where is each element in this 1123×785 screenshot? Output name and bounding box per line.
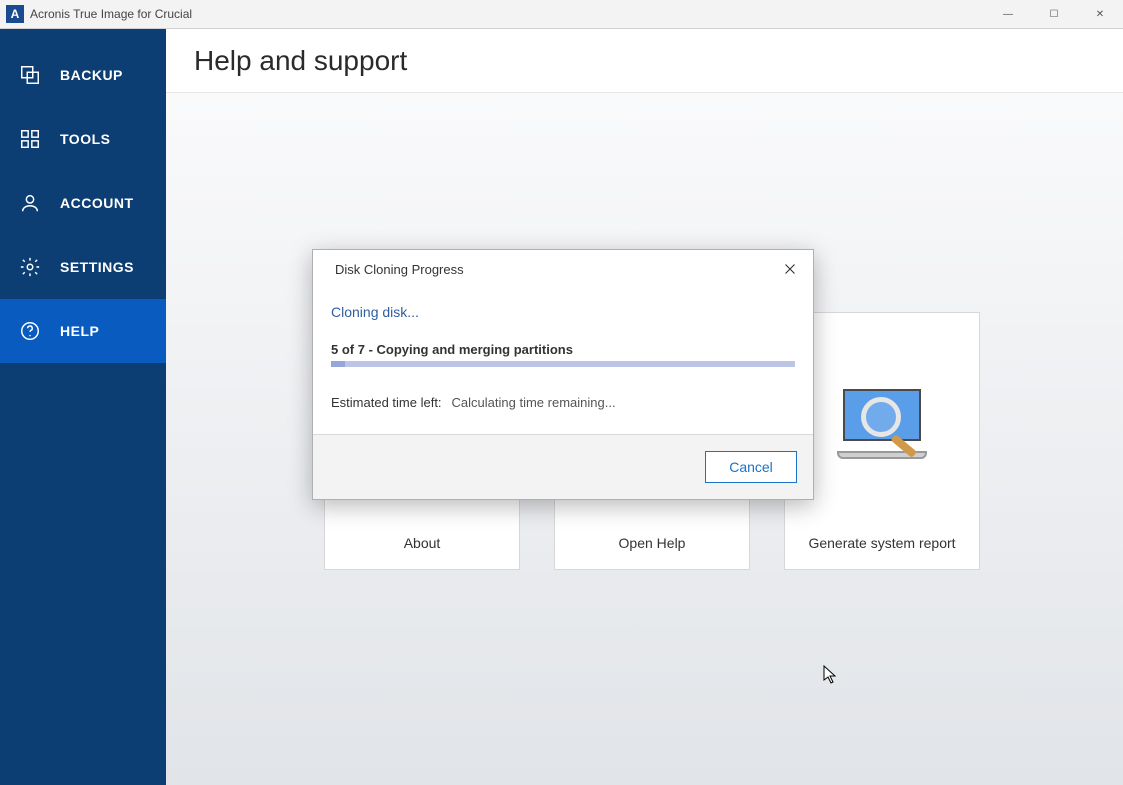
progress-bar [331, 361, 795, 367]
estimated-time-value: Calculating time remaining... [452, 395, 616, 410]
estimated-time-label: Estimated time left: [331, 395, 442, 410]
dialog-footer: Cancel [313, 434, 813, 499]
settings-icon [18, 255, 42, 279]
main-content: Help and support About Open Help [166, 29, 1123, 785]
disk-cloning-dialog: Disk Cloning Progress Cloning disk... 5 … [312, 249, 814, 500]
sidebar-item-label: TOOLS [60, 131, 110, 147]
sidebar-item-account[interactable]: ACCOUNT [0, 171, 166, 235]
backup-icon [18, 63, 42, 87]
sidebar: BACKUP TOOLS ACCOUNT SETTINGS HELP [0, 29, 166, 785]
main-header: Help and support [166, 29, 1123, 93]
card-label: Open Help [619, 535, 686, 551]
dialog-header: Disk Cloning Progress [313, 250, 813, 284]
close-button[interactable]: ✕ [1077, 0, 1123, 28]
account-icon [18, 191, 42, 215]
sidebar-item-backup[interactable]: BACKUP [0, 43, 166, 107]
card-label: Generate system report [808, 535, 955, 551]
close-icon [784, 263, 796, 275]
sidebar-item-label: SETTINGS [60, 259, 134, 275]
tools-icon [18, 127, 42, 151]
sidebar-item-help[interactable]: HELP [0, 299, 166, 363]
maximize-button[interactable]: ☐ [1031, 0, 1077, 28]
card-label: About [404, 535, 441, 551]
titlebar: A Acronis True Image for Crucial — ☐ ✕ [0, 0, 1123, 29]
progress-fill [331, 361, 345, 367]
app-logo: A [6, 5, 24, 23]
cloning-status: Cloning disk... [331, 304, 795, 320]
dialog-title: Disk Cloning Progress [335, 262, 464, 277]
window-title: Acronis True Image for Crucial [30, 7, 192, 21]
sidebar-item-tools[interactable]: TOOLS [0, 107, 166, 171]
help-icon [18, 319, 42, 343]
dialog-body: Cloning disk... 5 of 7 - Copying and mer… [313, 284, 813, 434]
cancel-button[interactable]: Cancel [705, 451, 797, 483]
estimated-time-row: Estimated time left: Calculating time re… [331, 395, 795, 410]
step-text: 5 of 7 - Copying and merging partitions [331, 342, 795, 357]
window-controls: — ☐ ✕ [985, 0, 1123, 28]
page-title: Help and support [194, 45, 407, 77]
dialog-close-button[interactable] [781, 260, 799, 278]
sidebar-item-label: HELP [60, 323, 99, 339]
mouse-cursor [823, 665, 839, 690]
minimize-button[interactable]: — [985, 0, 1031, 28]
system-report-illustration [837, 313, 927, 535]
sidebar-item-label: BACKUP [60, 67, 123, 83]
sidebar-item-label: ACCOUNT [60, 195, 134, 211]
sidebar-item-settings[interactable]: SETTINGS [0, 235, 166, 299]
